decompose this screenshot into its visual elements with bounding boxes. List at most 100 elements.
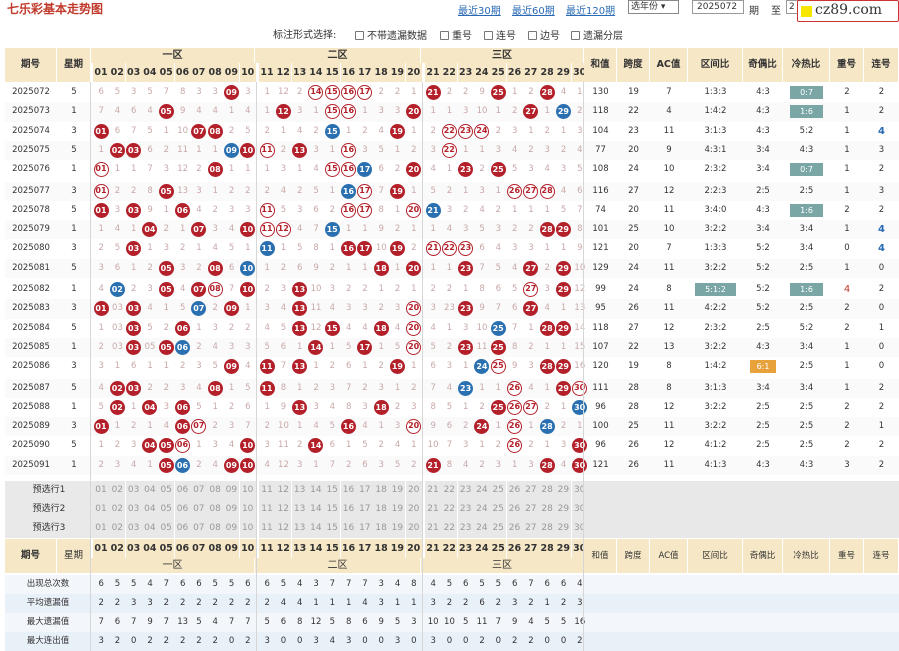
predict-number[interactable]: 03 (125, 481, 142, 500)
checkbox-icon[interactable] (528, 31, 537, 40)
predict-number[interactable]: 29 (555, 519, 572, 538)
predict-number[interactable]: 20 (405, 481, 422, 500)
predict-number[interactable]: 23 (457, 500, 474, 519)
predict-number[interactable]: 27 (522, 481, 539, 500)
predict-number[interactable]: 17 (356, 500, 373, 519)
predict-number[interactable]: 21 (425, 500, 441, 519)
predict-number[interactable]: 14 (307, 519, 324, 538)
predict-number[interactable]: 25 (490, 519, 507, 538)
predict-number[interactable]: 23 (457, 519, 474, 538)
predict-number[interactable]: 05 (158, 481, 175, 500)
predict-number[interactable]: 22 (441, 481, 458, 500)
predict-number[interactable]: 07 (190, 500, 207, 519)
predict-number[interactable]: 28 (539, 500, 556, 519)
year-select[interactable]: 选年份 ▾ (628, 0, 679, 14)
predict-number[interactable]: 24 (473, 500, 490, 519)
predict-number[interactable]: 11 (259, 481, 275, 500)
predict-number[interactable]: 01 (93, 519, 109, 538)
checkbox-icon[interactable] (440, 31, 449, 40)
predict-number[interactable]: 16 (340, 500, 357, 519)
predict-number[interactable]: 01 (93, 481, 109, 500)
predict-number[interactable]: 09 (223, 500, 240, 519)
option-no-miss-data[interactable]: 不带遗漏数据 (355, 27, 427, 42)
predict-number[interactable]: 24 (473, 481, 490, 500)
predict-number[interactable]: 14 (307, 500, 324, 519)
predict-number[interactable]: 22 (441, 500, 458, 519)
predict-number[interactable]: 08 (207, 519, 224, 538)
predict-number[interactable]: 19 (389, 500, 406, 519)
predict-number[interactable]: 25 (490, 481, 507, 500)
from-issue-input[interactable]: 2025072 (692, 0, 744, 14)
predict-number[interactable]: 05 (158, 519, 175, 538)
checkbox-icon[interactable] (484, 31, 493, 40)
predict-number[interactable]: 18 (373, 500, 390, 519)
predict-number[interactable]: 02 (109, 500, 126, 519)
predict-number[interactable]: 07 (190, 519, 207, 538)
predict-number[interactable]: 28 (539, 519, 556, 538)
predict-number[interactable]: 18 (373, 519, 390, 538)
predict-number[interactable]: 17 (356, 519, 373, 538)
predict-number[interactable]: 03 (125, 519, 142, 538)
predict-number[interactable]: 26 (506, 519, 523, 538)
predict-number[interactable]: 26 (506, 481, 523, 500)
predict-number[interactable]: 08 (207, 500, 224, 519)
predict-number[interactable]: 04 (141, 500, 158, 519)
option-edge[interactable]: 边号 (528, 27, 560, 42)
link-recent-60[interactable]: 最近60期 (512, 2, 555, 17)
checkbox-icon[interactable] (355, 31, 364, 40)
predict-number[interactable]: 11 (259, 500, 275, 519)
predict-number[interactable]: 12 (275, 481, 292, 500)
option-consecutive[interactable]: 连号 (484, 27, 516, 42)
predict-number[interactable]: 28 (539, 481, 556, 500)
predict-number[interactable]: 26 (506, 500, 523, 519)
link-recent-120[interactable]: 最近120期 (566, 2, 615, 17)
option-repeat[interactable]: 重号 (440, 27, 472, 42)
predict-number[interactable]: 15 (324, 519, 341, 538)
predict-number[interactable]: 04 (141, 481, 158, 500)
predict-number[interactable]: 07 (190, 481, 207, 500)
link-recent-30[interactable]: 最近30期 (458, 2, 501, 17)
predict-number[interactable]: 29 (555, 500, 572, 519)
predict-number[interactable]: 15 (324, 481, 341, 500)
predict-number[interactable]: 10 (239, 519, 256, 538)
predict-number[interactable]: 05 (158, 500, 175, 519)
predict-number[interactable]: 12 (275, 519, 292, 538)
predict-number[interactable]: 03 (125, 500, 142, 519)
predict-number[interactable]: 17 (356, 481, 373, 500)
predict-number[interactable]: 10 (239, 481, 256, 500)
predict-number[interactable]: 06 (174, 481, 191, 500)
predict-number[interactable]: 23 (457, 481, 474, 500)
predict-number[interactable]: 25 (490, 500, 507, 519)
predict-number[interactable]: 09 (223, 519, 240, 538)
predict-number[interactable]: 16 (340, 481, 357, 500)
predict-number[interactable]: 11 (259, 519, 275, 538)
predict-number[interactable]: 16 (340, 519, 357, 538)
predict-number[interactable]: 21 (425, 519, 441, 538)
predict-number[interactable]: 27 (522, 519, 539, 538)
predict-number[interactable]: 10 (239, 500, 256, 519)
predict-number[interactable]: 09 (223, 481, 240, 500)
predict-number[interactable]: 13 (291, 481, 308, 500)
predict-number[interactable]: 27 (522, 500, 539, 519)
option-miss-layer[interactable]: 遗漏分层 (571, 27, 623, 42)
predict-number[interactable]: 15 (324, 500, 341, 519)
predict-number[interactable]: 29 (555, 481, 572, 500)
predict-number[interactable]: 22 (441, 519, 458, 538)
predict-number[interactable]: 14 (307, 481, 324, 500)
predict-number[interactable]: 13 (291, 519, 308, 538)
predict-number[interactable]: 20 (405, 500, 422, 519)
predict-number[interactable]: 06 (174, 519, 191, 538)
predict-number[interactable]: 02 (109, 481, 126, 500)
predict-number[interactable]: 01 (93, 500, 109, 519)
checkbox-icon[interactable] (571, 31, 580, 40)
predict-number[interactable]: 04 (141, 519, 158, 538)
predict-number[interactable]: 08 (207, 481, 224, 500)
predict-number[interactable]: 02 (109, 519, 126, 538)
predict-number[interactable]: 20 (405, 519, 422, 538)
predict-number[interactable]: 12 (275, 500, 292, 519)
predict-number[interactable]: 18 (373, 481, 390, 500)
predict-number[interactable]: 21 (425, 481, 441, 500)
predict-number[interactable]: 13 (291, 500, 308, 519)
predict-number[interactable]: 06 (174, 500, 191, 519)
predict-number[interactable]: 19 (389, 481, 406, 500)
